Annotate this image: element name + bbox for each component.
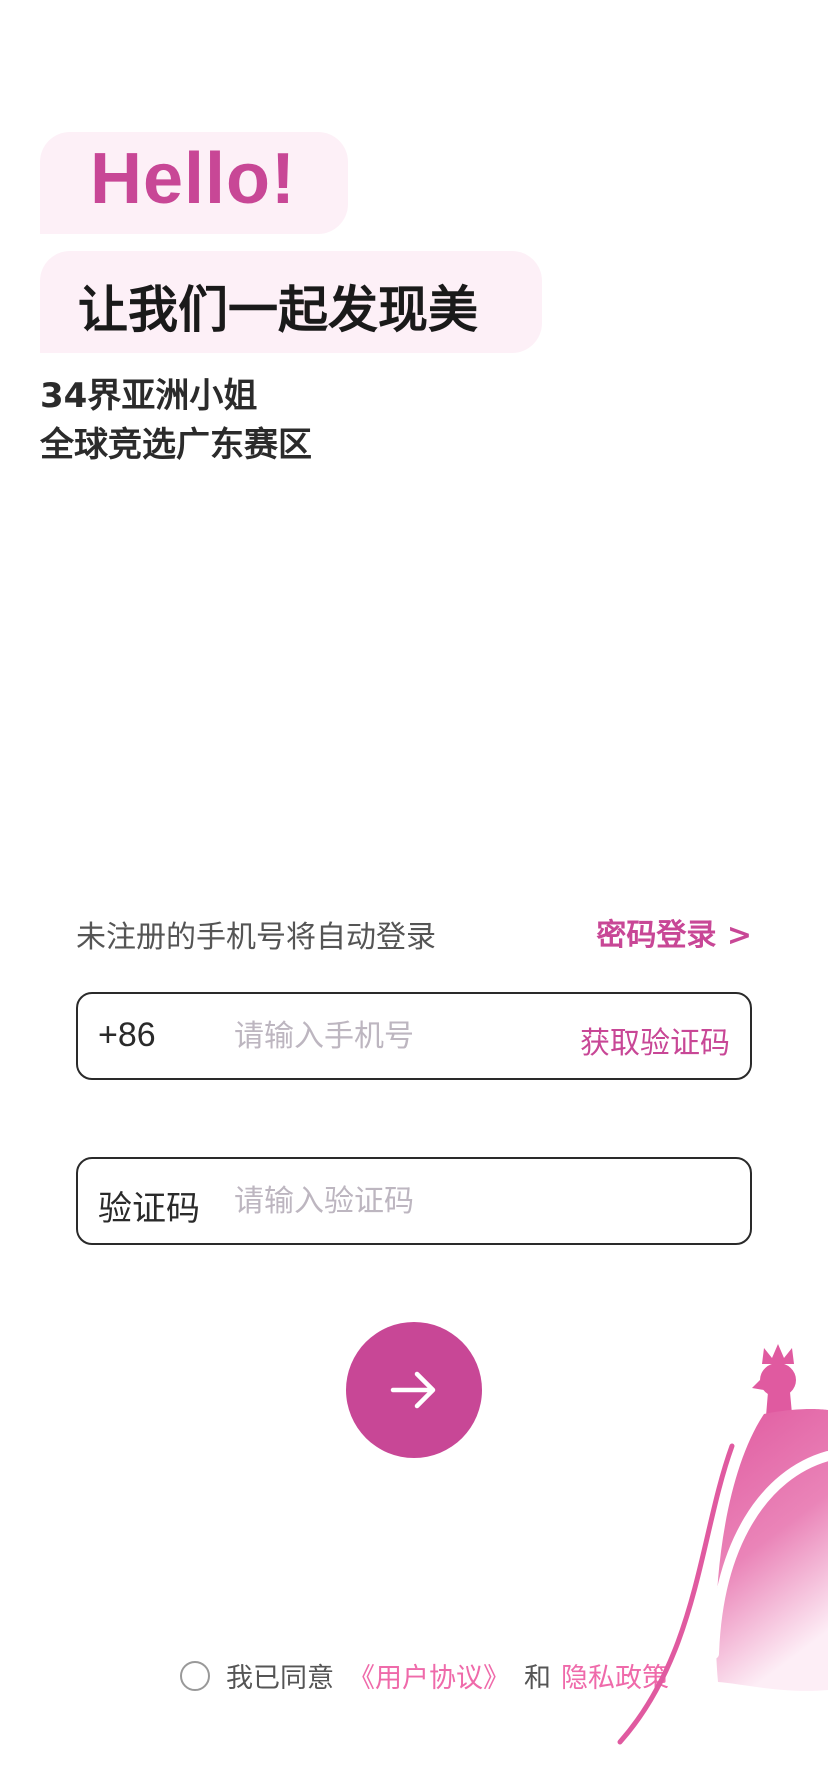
user-agreement-link[interactable]: 《用户协议》 bbox=[348, 1656, 510, 1695]
auto-register-hint: 未注册的手机号将自动登录 bbox=[76, 920, 436, 955]
subtitle-line-2: 全球竞选广东赛区 bbox=[40, 425, 312, 465]
phone-input[interactable] bbox=[234, 1012, 574, 1060]
submit-button[interactable] bbox=[346, 1322, 482, 1458]
country-code-prefix[interactable]: +86 bbox=[98, 1016, 156, 1055]
password-login-link[interactable]: 密码登录 > bbox=[596, 910, 752, 954]
get-code-button[interactable]: 获取验证码 bbox=[580, 1018, 730, 1062]
phone-field: +86 获取验证码 bbox=[76, 992, 752, 1080]
and-text: 和 bbox=[524, 1663, 551, 1694]
greeting-text: Hello! bbox=[90, 139, 297, 219]
tagline-text: 让我们一起发现美 bbox=[78, 281, 478, 339]
code-field: 验证码 bbox=[76, 1157, 752, 1245]
code-label: 验证码 bbox=[98, 1189, 200, 1229]
arrow-right-icon bbox=[390, 1371, 436, 1409]
login-page: Hello! 让我们一起发现美 34界亚洲小姐 全球竞选广东赛区 未注册的手机号… bbox=[0, 0, 828, 1792]
princess-illustration bbox=[617, 1344, 828, 1745]
contest-subtitle: 34界亚洲小姐 全球竞选广东赛区 bbox=[40, 372, 312, 470]
agree-text: 我已同意 bbox=[226, 1663, 334, 1694]
subtitle-line-1: 34界亚洲小姐 bbox=[40, 376, 258, 416]
agreement-row: 我已同意 《用户协议》 和 隐私政策 bbox=[180, 1656, 669, 1695]
code-input[interactable] bbox=[234, 1177, 714, 1225]
agree-checkbox[interactable] bbox=[180, 1660, 210, 1691]
